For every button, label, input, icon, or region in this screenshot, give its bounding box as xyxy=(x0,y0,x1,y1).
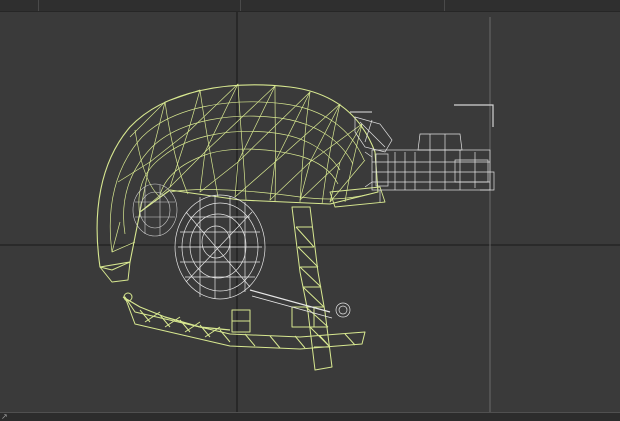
corner-arrow-icon[interactable]: ↗ xyxy=(1,412,8,421)
viewport-footer-strip: ↗ xyxy=(0,412,620,421)
viewport-window: ↗ xyxy=(0,0,620,421)
perspective-viewport[interactable] xyxy=(0,12,620,412)
rear-pad xyxy=(132,183,178,237)
nvg-device[interactable] xyxy=(350,111,495,202)
side-strap xyxy=(291,206,333,371)
header-divider xyxy=(444,0,445,11)
header-divider xyxy=(38,0,39,11)
selection-bracket xyxy=(454,104,494,127)
viewport-header-strip xyxy=(0,0,620,12)
header-divider xyxy=(240,0,241,11)
helmet-wireframe[interactable] xyxy=(96,83,386,371)
ear-cup xyxy=(174,194,351,319)
viewport-canvas[interactable] xyxy=(0,12,620,412)
